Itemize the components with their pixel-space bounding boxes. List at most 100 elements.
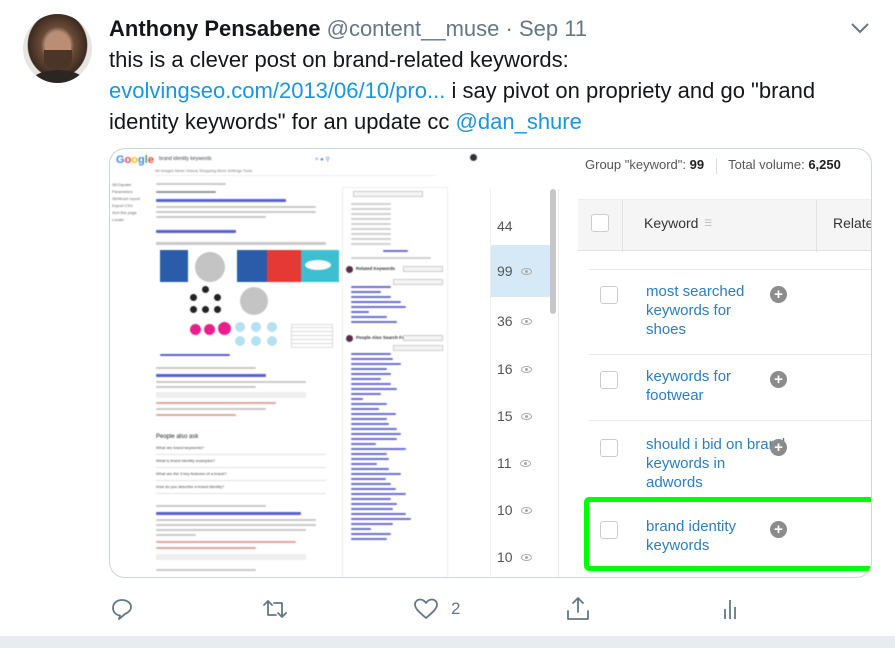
google-serp-screenshot: Google brand identity keywords × ● ⚲ All… xyxy=(110,149,490,577)
keyword-link[interactable]: most searched keywords for shoes xyxy=(646,282,766,339)
tweet-link[interactable]: evolvingseo.com/2013/06/10/pro... xyxy=(109,78,445,103)
volume-row[interactable]: 10 xyxy=(491,488,551,532)
reply-icon xyxy=(112,599,132,620)
panel-button xyxy=(393,279,443,285)
table-row: most searched keywords for shoes + xyxy=(588,269,871,367)
serp-image xyxy=(305,260,331,270)
tweet-media-image[interactable]: Google brand identity keywords × ● ⚲ All… xyxy=(109,148,872,578)
serp-image xyxy=(190,306,197,313)
retweet-button[interactable] xyxy=(260,596,290,622)
header-divider xyxy=(816,200,817,252)
panel-line xyxy=(351,233,391,235)
add-icon[interactable]: + xyxy=(770,371,787,388)
serp-image xyxy=(251,322,261,332)
panel-link xyxy=(351,373,391,375)
row-checkbox[interactable] xyxy=(600,286,618,304)
serp-more-images xyxy=(160,354,230,356)
panel-link xyxy=(351,463,377,465)
panel-link xyxy=(351,538,387,540)
author-name[interactable]: Anthony Pensabene xyxy=(109,16,320,41)
serp-paa-question: What is brand identity examples? xyxy=(156,458,326,468)
analytics-button[interactable] xyxy=(720,596,740,622)
panel-link xyxy=(351,483,391,485)
panel-link xyxy=(351,408,379,410)
volume-scrollbar[interactable] xyxy=(550,189,556,314)
serp-line xyxy=(156,183,226,185)
share-button[interactable] xyxy=(565,596,591,622)
panel-link xyxy=(351,301,401,303)
like-button[interactable]: 2 xyxy=(413,596,460,622)
add-icon[interactable]: + xyxy=(770,439,787,456)
keyword-link[interactable]: should i bid on brand keywords in adword… xyxy=(646,435,786,492)
row-checkbox[interactable] xyxy=(600,439,618,457)
serp-image xyxy=(267,336,277,346)
panel-link xyxy=(351,321,397,323)
panel-link xyxy=(351,358,393,360)
serp-line xyxy=(156,408,266,410)
avatar[interactable] xyxy=(23,14,92,83)
panel-link xyxy=(351,413,396,415)
serp-image xyxy=(240,287,268,315)
serp-image xyxy=(190,324,201,335)
serp-line xyxy=(156,505,266,507)
panel-link xyxy=(351,428,397,430)
panel-link xyxy=(351,443,376,445)
serp-image xyxy=(190,294,197,301)
panel-link xyxy=(351,306,406,308)
eye-icon[interactable] xyxy=(520,506,532,514)
sort-icon[interactable]: ☰ xyxy=(704,218,712,229)
highlight-box xyxy=(584,497,871,571)
share-icon xyxy=(567,597,589,620)
panel-link xyxy=(351,448,406,450)
volume-row-selected[interactable]: 99 xyxy=(491,245,551,297)
panel-link xyxy=(351,478,386,480)
panel-line xyxy=(351,228,391,230)
mention-link[interactable]: @dan_shure xyxy=(456,109,582,134)
panel-line xyxy=(383,250,408,252)
eye-icon[interactable] xyxy=(519,459,531,467)
header-divider xyxy=(622,200,623,252)
volume-row[interactable]: 15 xyxy=(491,394,551,438)
google-logo: Google xyxy=(116,154,154,166)
eye-icon[interactable] xyxy=(520,412,532,420)
keyword-table: Group "keyword": 99 Total volume: 6,250 … xyxy=(560,149,871,577)
panel-link xyxy=(351,368,387,370)
panel-related-heading: Related Keywords xyxy=(356,266,396,271)
panel-link xyxy=(351,453,387,455)
volume-row[interactable]: 36 xyxy=(491,299,551,343)
eye-icon[interactable] xyxy=(520,365,532,373)
volume-row[interactable]: 16 xyxy=(491,347,551,391)
eye-icon[interactable] xyxy=(520,267,532,275)
serp-line xyxy=(156,524,316,526)
volume-row[interactable]: 44 xyxy=(491,204,551,248)
serp-line xyxy=(156,569,256,571)
panel-link xyxy=(351,438,397,440)
serp-line xyxy=(156,367,256,369)
serp-line xyxy=(156,381,306,383)
serp-image xyxy=(291,324,333,348)
related-column-header[interactable]: Relate xyxy=(833,215,871,231)
volume-row[interactable]: 11 xyxy=(491,441,551,485)
total-volume: 6,250 xyxy=(808,157,841,172)
serp-image xyxy=(214,306,221,313)
table-row: should i bid on brand keywords in adword… xyxy=(588,420,871,500)
panel-link xyxy=(351,316,387,318)
keyword-link[interactable]: keywords for footwear xyxy=(646,367,766,405)
eye-icon[interactable] xyxy=(520,553,532,561)
eye-icon[interactable] xyxy=(520,317,532,325)
reply-button[interactable] xyxy=(110,596,134,622)
select-all-checkbox[interactable] xyxy=(591,214,609,232)
serp-line xyxy=(156,206,316,208)
summary-divider xyxy=(715,157,717,174)
volume-row[interactable]: 10 xyxy=(491,535,551,577)
panel-line xyxy=(351,243,391,245)
author-handle[interactable]: @content__muse xyxy=(327,16,500,41)
tweet-date[interactable]: Sep 11 xyxy=(519,16,587,41)
row-checkbox[interactable] xyxy=(600,371,618,389)
chevron-down-icon[interactable] xyxy=(849,20,871,36)
tweet-text-line1: this is a clever post on brand-related k… xyxy=(109,47,569,72)
keyword-column-header[interactable]: Keyword xyxy=(644,215,698,231)
panel-link xyxy=(351,296,391,298)
serp-image xyxy=(195,252,225,282)
add-icon[interactable]: + xyxy=(770,286,787,303)
